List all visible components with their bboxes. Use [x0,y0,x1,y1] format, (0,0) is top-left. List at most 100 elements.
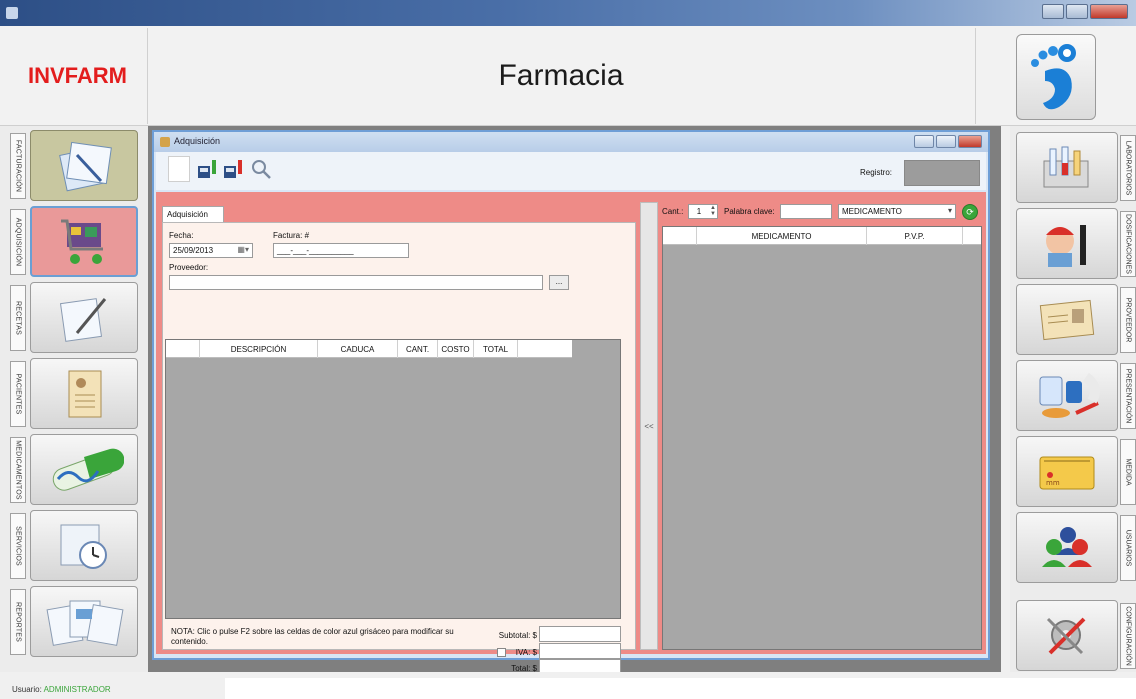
nav-button-dosificaciones[interactable] [1016,208,1118,279]
nav-button-medicamentos[interactable] [30,434,138,505]
search-button[interactable] [250,156,272,182]
browse-proveedor-button[interactable]: ... [549,275,569,290]
nav-button-laboratorios[interactable] [1016,132,1118,203]
nav-button-adquisicion[interactable] [30,206,138,277]
adquisicion-window: Adquisición Registro: Adquisición Fecha:… [152,130,990,675]
cant-spinner[interactable]: 1 ▲ ▼ [688,204,718,219]
minimize-button[interactable] [1042,4,1064,19]
factura-input[interactable]: ___-___-__________ [273,243,409,258]
items-grid[interactable]: DESCRIPCIÓN CADUCA CANT. COSTO TOTAL [165,339,621,619]
medicamentos-grid[interactable]: MEDICAMENTO P.V.P. [662,226,982,650]
nav-button-reportes[interactable] [30,586,138,657]
fecha-date-picker[interactable]: 25/09/2013 ▦▾ [169,243,253,258]
maximize-button[interactable] [1066,4,1088,19]
close-button[interactable] [1090,4,1128,19]
nav-item-presentacion[interactable]: PRESENTACIÓN [1016,360,1136,431]
presentation-pills-icon [1039,372,1100,418]
nav-item-laboratorios[interactable]: LABORATORIOS [1016,132,1136,203]
nav-tab-adquisicion[interactable]: ADQUISICIÓN [10,209,26,275]
nav-button-recetas[interactable] [30,282,138,353]
items-grid-header: DESCRIPCIÓN CADUCA CANT. COSTO TOTAL [166,340,572,358]
cant-label: Cant.: [662,207,684,216]
nav-item-reportes[interactable]: REPORTES [10,586,140,657]
nav-button-proveedor[interactable] [1016,284,1118,355]
iva-checkbox[interactable] [497,648,506,657]
app-icon [6,7,18,19]
status-user: Usuario: ADMINISTRADOR [12,685,111,694]
nav-button-presentacion[interactable] [1016,360,1118,431]
col-cant[interactable]: CANT. [398,340,438,358]
refresh-button[interactable]: ⟳ [962,204,978,220]
nav-tab-usuarios[interactable]: USUARIOS [1120,515,1136,581]
nav-tab-presentacion[interactable]: PRESENTACIÓN [1120,363,1136,429]
nav-item-facturacion[interactable]: FACTURACIÓN [10,130,140,201]
nav-tab-facturacion[interactable]: FACTURACIÓN [10,133,26,199]
window-close-button[interactable] [958,135,982,148]
window-title-bar: Adquisición [154,132,988,152]
new-document-button[interactable] [168,156,190,182]
nav-item-usuarios[interactable]: USUARIOS [1016,512,1136,583]
window-minimize-button[interactable] [914,135,934,148]
measure-ruler-icon: mm [1039,456,1095,489]
subtotal-label: Subtotal: $ [498,631,537,640]
tab-adquisicion[interactable]: Adquisición [162,206,224,223]
col-caduca[interactable]: CADUCA [318,340,398,358]
save-button[interactable] [196,156,218,182]
nav-item-adquisicion[interactable]: ADQUISICIÓN [10,206,140,277]
nav-tab-pacientes[interactable]: PACIENTES [10,361,26,427]
calendar-icon[interactable]: ▦▾ [237,245,249,254]
window-restore-button[interactable] [936,135,956,148]
nav-item-configuracion[interactable]: CONFIGURACIÓN [1016,600,1136,671]
nav-button-configuracion[interactable] [1016,600,1118,671]
nav-tab-reportes[interactable]: REPORTES [10,589,26,655]
app-logo: INVFARM [28,63,127,88]
form-panel: Adquisición Fecha: 25/09/2013 ▦▾ Factura… [156,192,986,675]
nav-item-dosificaciones[interactable]: DOSIFICACIONES [1016,208,1136,279]
fecha-label: Fecha: [169,231,194,240]
col-costo[interactable]: COSTO [438,340,474,358]
nav-tab-dosificaciones[interactable]: DOSIFICACIONES [1120,211,1136,277]
users-icon [1042,526,1092,567]
nav-item-medida[interactable]: mm MEDIDA [1016,436,1136,507]
col-medicamento[interactable]: MEDICAMENTO [697,227,867,245]
col-descripcion[interactable]: DESCRIPCIÓN [200,340,318,358]
nav-tab-proveedor[interactable]: PROVEEDOR [1120,287,1136,353]
nav-item-proveedor[interactable]: PROVEEDOR [1016,284,1136,355]
col-total[interactable]: TOTAL [474,340,518,358]
nav-tab-recetas[interactable]: RECETAS [10,285,26,351]
registro-display [904,160,980,186]
spinner-arrows-icon[interactable]: ▲ ▼ [710,205,716,217]
proveedor-input[interactable] [169,275,543,290]
prescription-pen-icon [59,297,107,342]
nav-item-pacientes[interactable]: PACIENTES [10,358,140,429]
delete-button[interactable] [222,156,244,182]
nav-item-recetas[interactable]: RECETAS [10,282,140,353]
nav-item-servicios[interactable]: SERVICIOS [10,510,140,581]
medicamentos-grid-header: MEDICAMENTO P.V.P. [663,227,981,245]
nav-tab-medicamentos[interactable]: MEDICAMENTOS [10,437,26,503]
proveedor-label: Proveedor: [169,263,209,272]
nav-tab-servicios[interactable]: SERVICIOS [10,513,26,579]
help-button[interactable] [1016,34,1096,120]
nav-button-usuarios[interactable] [1016,512,1118,583]
search-icon [252,160,271,179]
nav-tab-laboratorios[interactable]: LABORATORIOS [1120,135,1136,201]
status-bar: Usuario: ADMINISTRADOR [0,672,1136,699]
keyword-input[interactable] [780,204,832,219]
col-pvp[interactable]: P.V.P. [867,227,963,245]
nav-tab-medida[interactable]: MEDIDA [1120,439,1136,505]
product-search-bar: Cant.: 1 ▲ ▼ Palabra clave: MEDICAMENTO ▾… [662,202,984,222]
settings-tools-icon [1046,617,1086,654]
nav-button-medida[interactable]: mm [1016,436,1118,507]
svg-text:mm: mm [1046,479,1060,487]
user-label: Usuario: [12,685,42,694]
save-icon [198,160,216,178]
nav-button-servicios[interactable] [30,510,138,581]
invoice-documents-icon [59,141,112,191]
nav-button-facturacion[interactable] [30,130,138,201]
collapse-splitter[interactable]: << [640,202,658,650]
nav-tab-configuracion[interactable]: CONFIGURACIÓN [1120,603,1136,669]
category-select[interactable]: MEDICAMENTO ▾ [838,204,956,219]
nav-item-medicamentos[interactable]: MEDICAMENTOS [10,434,140,505]
nav-button-pacientes[interactable] [30,358,138,429]
